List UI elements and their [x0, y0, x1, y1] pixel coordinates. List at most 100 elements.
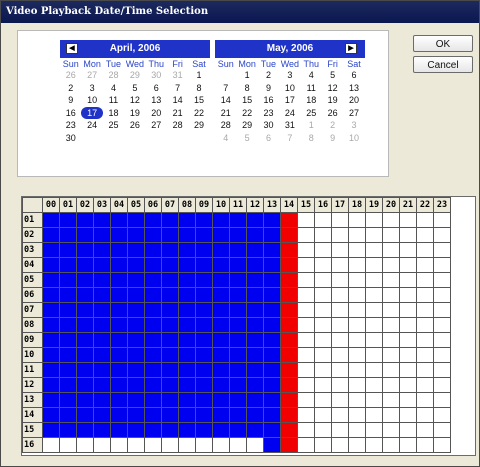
day-cell[interactable]: 12	[322, 82, 343, 95]
recorded-cell[interactable]	[93, 362, 111, 378]
recorded-cell[interactable]	[195, 212, 213, 228]
recorded-cell[interactable]	[110, 347, 128, 363]
empty-cell[interactable]	[399, 227, 417, 243]
recorded-cell[interactable]	[229, 392, 247, 408]
recorded-cell[interactable]	[263, 437, 281, 453]
hour-header[interactable]: 00	[42, 197, 60, 213]
empty-cell[interactable]	[331, 242, 349, 258]
empty-cell[interactable]	[348, 212, 366, 228]
empty-cell[interactable]	[297, 317, 315, 333]
recorded-cell[interactable]	[263, 272, 281, 288]
recorded-cell[interactable]	[212, 377, 230, 393]
recorded-cell[interactable]	[93, 332, 111, 348]
recorded-cell[interactable]	[229, 347, 247, 363]
recorded-cell[interactable]	[246, 362, 264, 378]
day-cell[interactable]: 6	[343, 69, 364, 82]
recorded-cell[interactable]	[42, 407, 60, 423]
empty-cell[interactable]	[331, 272, 349, 288]
day-cell[interactable]: 26	[124, 119, 145, 132]
empty-cell[interactable]	[399, 302, 417, 318]
empty-cell[interactable]	[416, 362, 434, 378]
recorded-cell[interactable]	[161, 302, 179, 318]
recorded-cell[interactable]	[263, 407, 281, 423]
recorded-cell[interactable]	[127, 272, 145, 288]
recorded-cell[interactable]	[212, 302, 230, 318]
empty-cell[interactable]	[382, 332, 400, 348]
empty-cell[interactable]	[365, 317, 383, 333]
empty-cell[interactable]	[382, 347, 400, 363]
recorded-cell[interactable]	[110, 317, 128, 333]
hour-header[interactable]: 10	[212, 197, 230, 213]
recorded-cell[interactable]	[110, 422, 128, 438]
hour-header[interactable]: 12	[246, 197, 264, 213]
recorded-cell[interactable]	[195, 272, 213, 288]
cancel-button[interactable]: Cancel	[413, 56, 473, 73]
hour-header[interactable]: 15	[297, 197, 315, 213]
recorded-cell[interactable]	[59, 377, 77, 393]
day-cell[interactable]: 10	[81, 94, 102, 107]
recorded-cell[interactable]	[212, 347, 230, 363]
recorded-cell[interactable]	[76, 227, 94, 243]
empty-cell[interactable]	[399, 242, 417, 258]
empty-cell[interactable]	[365, 392, 383, 408]
recorded-cell[interactable]	[127, 227, 145, 243]
recorded-cell[interactable]	[42, 287, 60, 303]
recorded-cell[interactable]	[195, 257, 213, 273]
day-cell[interactable]: 26	[322, 107, 343, 120]
current-hour-cell[interactable]	[280, 437, 298, 453]
current-hour-cell[interactable]	[280, 317, 298, 333]
day-cell[interactable]: 6	[146, 82, 167, 95]
recorded-cell[interactable]	[263, 212, 281, 228]
empty-cell[interactable]	[246, 437, 264, 453]
recorded-cell[interactable]	[93, 392, 111, 408]
recorded-cell[interactable]	[93, 287, 111, 303]
recorded-cell[interactable]	[127, 407, 145, 423]
recorded-cell[interactable]	[59, 212, 77, 228]
day-cell[interactable]: 21	[167, 107, 188, 120]
empty-cell[interactable]	[433, 392, 451, 408]
empty-cell[interactable]	[433, 302, 451, 318]
hour-header[interactable]: 23	[433, 197, 451, 213]
empty-cell[interactable]	[416, 347, 434, 363]
recorded-cell[interactable]	[246, 257, 264, 273]
recorded-cell[interactable]	[42, 302, 60, 318]
recorded-cell[interactable]	[195, 362, 213, 378]
day-cell[interactable]: 7	[167, 82, 188, 95]
day-cell[interactable]: 1	[188, 69, 209, 82]
empty-cell[interactable]	[399, 212, 417, 228]
empty-cell[interactable]	[399, 317, 417, 333]
day-cell[interactable]: 31	[279, 119, 300, 132]
day-cell[interactable]: 3	[81, 82, 102, 95]
empty-cell[interactable]	[382, 242, 400, 258]
day-cell[interactable]: 22	[188, 107, 209, 120]
day-cell[interactable]: 31	[167, 69, 188, 82]
recorded-cell[interactable]	[195, 392, 213, 408]
recorded-cell[interactable]	[42, 422, 60, 438]
day-cell[interactable]: 2	[322, 119, 343, 132]
empty-cell[interactable]	[416, 392, 434, 408]
hour-header[interactable]: 02	[76, 197, 94, 213]
recorded-cell[interactable]	[93, 407, 111, 423]
recorded-cell[interactable]	[263, 257, 281, 273]
day-cell[interactable]: 8	[188, 82, 209, 95]
day-cell[interactable]: 4	[215, 132, 236, 145]
recorded-cell[interactable]	[93, 212, 111, 228]
prev-month-icon[interactable]: ◀	[66, 43, 78, 54]
day-cell[interactable]: 27	[343, 107, 364, 120]
day-cell[interactable]: 29	[124, 69, 145, 82]
day-cell[interactable]: 3	[343, 119, 364, 132]
empty-cell[interactable]	[331, 347, 349, 363]
recorded-cell[interactable]	[229, 257, 247, 273]
recorded-cell[interactable]	[127, 332, 145, 348]
day-cell[interactable]: 9	[258, 82, 279, 95]
recorded-cell[interactable]	[246, 332, 264, 348]
day-cell[interactable]: 20	[146, 107, 167, 120]
current-hour-cell[interactable]	[280, 422, 298, 438]
empty-cell[interactable]	[297, 227, 315, 243]
empty-cell[interactable]	[229, 437, 247, 453]
empty-cell[interactable]	[433, 332, 451, 348]
recorded-cell[interactable]	[127, 362, 145, 378]
hour-header[interactable]: 04	[110, 197, 128, 213]
empty-cell[interactable]	[348, 362, 366, 378]
day-cell[interactable]: 5	[124, 82, 145, 95]
